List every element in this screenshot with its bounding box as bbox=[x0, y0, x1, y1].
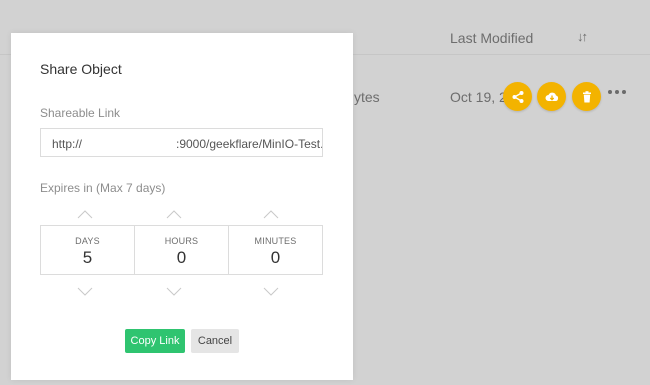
days-value: 5 bbox=[82, 248, 93, 267]
hours-label: HOURS bbox=[164, 236, 199, 246]
minutes-increase-button[interactable] bbox=[263, 210, 279, 219]
share-button[interactable] bbox=[503, 82, 532, 111]
chevron-up-icon bbox=[263, 210, 279, 219]
trash-icon bbox=[582, 90, 591, 102]
row-size: ytes bbox=[354, 89, 380, 105]
link-prefix: http:// bbox=[52, 137, 83, 151]
download-button[interactable] bbox=[537, 82, 566, 111]
cancel-button[interactable]: Cancel bbox=[191, 329, 239, 353]
hours-decrease-button[interactable] bbox=[166, 287, 182, 296]
days-increase-button[interactable] bbox=[77, 210, 93, 219]
days-label: DAYS bbox=[75, 236, 100, 246]
chevron-up-icon bbox=[166, 210, 182, 219]
share-icon bbox=[512, 90, 523, 103]
more-dot bbox=[622, 90, 626, 94]
chevron-down-icon bbox=[263, 287, 279, 296]
days-decrease-button[interactable] bbox=[77, 287, 93, 296]
link-value: :9000/geekflare/MinIO-Test.txt bbox=[176, 137, 323, 151]
days-cell: DAYS 5 bbox=[41, 226, 134, 274]
hours-cell: HOURS 0 bbox=[134, 226, 228, 274]
minutes-value: 0 bbox=[270, 248, 281, 267]
hours-value: 0 bbox=[176, 248, 187, 267]
more-dot bbox=[615, 90, 619, 94]
minutes-label: MINUTES bbox=[254, 236, 297, 246]
minutes-cell: MINUTES 0 bbox=[228, 226, 322, 274]
more-icon[interactable] bbox=[608, 90, 626, 94]
shareable-link-label: Shareable Link bbox=[40, 106, 121, 120]
shareable-link-field[interactable]: http:// :9000/geekflare/MinIO-Test.txt bbox=[40, 128, 323, 157]
expiry-time-table: DAYS 5 HOURS 0 MINUTES 0 bbox=[40, 225, 323, 275]
copy-link-button[interactable]: Copy Link bbox=[125, 329, 185, 353]
column-header-last-modified[interactable]: Last Modified bbox=[450, 30, 533, 46]
chevron-up-icon bbox=[77, 210, 93, 219]
sort-icon[interactable]: ↓↑ bbox=[577, 29, 588, 44]
delete-button[interactable] bbox=[572, 82, 601, 111]
row-last-modified: Oct 19, 2 bbox=[450, 89, 507, 105]
minutes-decrease-button[interactable] bbox=[263, 287, 279, 296]
hours-increase-button[interactable] bbox=[166, 210, 182, 219]
expires-label: Expires in (Max 7 days) bbox=[40, 181, 166, 195]
chevron-down-icon bbox=[166, 287, 182, 296]
share-object-modal: Share Object Shareable Link http:// :900… bbox=[11, 33, 353, 380]
more-dot bbox=[608, 90, 612, 94]
cloud-download-icon bbox=[545, 92, 558, 101]
modal-title: Share Object bbox=[40, 61, 122, 77]
chevron-down-icon bbox=[77, 287, 93, 296]
